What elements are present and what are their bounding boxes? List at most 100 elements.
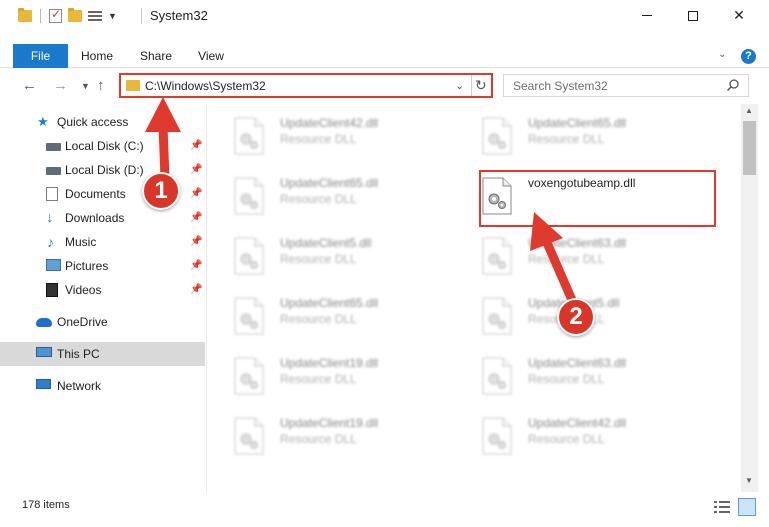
tab-view[interactable]: View <box>193 44 229 68</box>
file-name: UpdateClient19.dll <box>280 356 379 370</box>
dll-file-icon <box>482 117 512 155</box>
sidebar-item-downloads[interactable]: ↓ Downloads 📌 <box>0 206 205 230</box>
close-icon: ✕ <box>733 7 745 23</box>
sidebar-item-label: Network <box>57 379 102 393</box>
file-tile[interactable]: UpdateClient42.dll Resource DLL <box>208 110 448 160</box>
pin-icon[interactable]: 📌 <box>190 206 202 230</box>
new-folder-icon[interactable] <box>68 8 82 22</box>
sidebar-item-label: Quick access <box>57 115 129 129</box>
details-view-icon[interactable] <box>714 501 730 513</box>
expand-ribbon-icon[interactable]: ⌄ <box>718 49 726 60</box>
up-arrow-icon[interactable]: ↑ <box>97 77 105 94</box>
file-tile[interactable]: UpdateClient19.dll Resource DLL <box>208 410 448 460</box>
toolbar-divider <box>40 9 41 23</box>
tab-home[interactable]: Home <box>76 44 118 68</box>
videos-icon <box>46 283 58 297</box>
sidebar-item-label: Downloads <box>65 211 125 225</box>
file-tile[interactable]: UpdateClient65.dll Resource DLL <box>208 290 448 340</box>
maximize-button[interactable] <box>670 0 716 31</box>
local-disk-icon <box>46 143 61 151</box>
help-icon[interactable]: ? <box>741 49 756 64</box>
scroll-up-icon[interactable]: ▲ <box>745 106 753 115</box>
network-icon <box>36 379 51 389</box>
chevron-down-icon[interactable]: ▼ <box>108 11 117 21</box>
dll-file-icon <box>234 357 264 395</box>
search-input[interactable]: Search System32 <box>503 74 749 97</box>
customize-view-icon[interactable] <box>88 10 102 22</box>
file-type: Resource DLL <box>280 312 357 326</box>
step-1-badge: 1 <box>142 172 180 210</box>
address-bar[interactable]: C:\Windows\System32 ⌄ ↻ <box>119 73 493 98</box>
sidebar-item-this-pc[interactable]: This PC <box>0 342 205 366</box>
title-bar: ▼ System32 ✕ <box>0 0 769 31</box>
refresh-icon[interactable]: ↻ <box>475 77 487 94</box>
dll-file-icon <box>234 177 264 215</box>
sidebar-item-label: Documents <box>65 187 126 201</box>
sidebar-item-label: Videos <box>65 283 102 297</box>
recent-locations-icon[interactable]: ▼ <box>81 81 90 91</box>
file-tile[interactable]: UpdateClient63.dll Resource DLL <box>456 230 696 280</box>
sidebar-item-network[interactable]: Network <box>0 374 205 398</box>
sidebar-item-onedrive[interactable]: OneDrive <box>0 310 205 334</box>
forward-arrow-icon[interactable]: → <box>53 77 68 94</box>
dll-file-icon <box>482 357 512 395</box>
properties-icon[interactable] <box>49 7 62 23</box>
minimize-icon <box>642 15 652 16</box>
documents-icon <box>46 187 58 201</box>
sidebar-item-music[interactable]: ♪ Music 📌 <box>0 230 205 254</box>
sidebar-item-label: OneDrive <box>57 315 108 329</box>
file-tile[interactable]: UpdateClient65.dll Resource DLL <box>208 170 448 220</box>
onedrive-icon <box>36 318 52 327</box>
tiles-view-icon[interactable] <box>738 498 756 516</box>
file-name: UpdateClient19.dll <box>280 416 379 430</box>
pin-icon[interactable]: 📌 <box>190 254 202 278</box>
star-icon: ★ <box>37 114 49 129</box>
sidebar-item-videos[interactable]: Videos 📌 <box>0 278 205 302</box>
file-list: UpdateClient42.dll Resource DLL UpdateCl… <box>208 104 741 492</box>
pin-icon[interactable]: 📌 <box>190 134 202 158</box>
file-tile[interactable]: UpdateClient42.dll Resource DLL <box>456 410 696 460</box>
tab-share[interactable]: Share <box>134 44 178 68</box>
highlight-box <box>479 170 716 227</box>
sidebar-item-label: This PC <box>57 347 100 361</box>
music-icon: ♪ <box>47 234 54 250</box>
file-tile[interactable]: UpdateClient63.dll Resource DLL <box>456 350 696 400</box>
close-button[interactable]: ✕ <box>716 0 762 31</box>
back-arrow-icon[interactable]: ← <box>22 77 37 94</box>
scroll-down-icon[interactable]: ▼ <box>745 476 753 485</box>
sidebar-item-pictures[interactable]: Pictures 📌 <box>0 254 205 278</box>
pin-icon[interactable]: 📌 <box>190 158 202 182</box>
file-type: Resource DLL <box>280 192 357 206</box>
file-name: UpdateClient42.dll <box>280 116 379 130</box>
dll-file-icon <box>234 237 264 275</box>
vertical-scrollbar[interactable]: ▲ ▼ <box>741 104 758 492</box>
explorer-window: ▼ System32 ✕ File Home Share View ⌄ ? ← … <box>0 0 769 527</box>
status-bar: 178 items <box>0 492 769 527</box>
file-tile[interactable]: UpdateClient5.dll Resource DLL <box>208 230 448 280</box>
pin-icon[interactable]: 📌 <box>190 278 202 302</box>
file-tile[interactable]: UpdateClient19.dll Resource DLL <box>208 350 448 400</box>
search-icon[interactable] <box>726 78 740 92</box>
pin-icon[interactable]: 📌 <box>190 230 202 254</box>
sidebar-item-quick-access[interactable]: ★ Quick access <box>0 110 205 134</box>
local-disk-icon <box>46 167 61 175</box>
tab-file[interactable]: File <box>13 44 68 68</box>
dll-file-icon <box>482 417 512 455</box>
address-path[interactable]: C:\Windows\System32 <box>145 79 266 93</box>
folder-icon[interactable] <box>18 8 32 22</box>
dll-file-icon <box>234 417 264 455</box>
step-2-badge: 2 <box>557 298 595 336</box>
minimize-button[interactable] <box>624 0 670 31</box>
sidebar-item-label: Local Disk (D:) <box>65 163 144 177</box>
file-name: UpdateClient42.dll <box>528 416 627 430</box>
file-tile[interactable]: UpdateClient65.dll Resource DLL <box>456 110 696 160</box>
file-type: Resource DLL <box>528 252 605 266</box>
sidebar-item-label: Music <box>65 235 97 249</box>
navigation-pane: ★ Quick access Local Disk (C:) 📌 Local D… <box>0 104 207 492</box>
sidebar-item-local-disk-c[interactable]: Local Disk (C:) 📌 <box>0 134 205 158</box>
item-count: 178 items <box>22 499 70 511</box>
maximize-icon <box>688 10 698 21</box>
scrollbar-thumb[interactable] <box>743 121 756 175</box>
pin-icon[interactable]: 📌 <box>190 182 202 206</box>
chevron-down-icon[interactable]: ⌄ <box>455 79 464 92</box>
